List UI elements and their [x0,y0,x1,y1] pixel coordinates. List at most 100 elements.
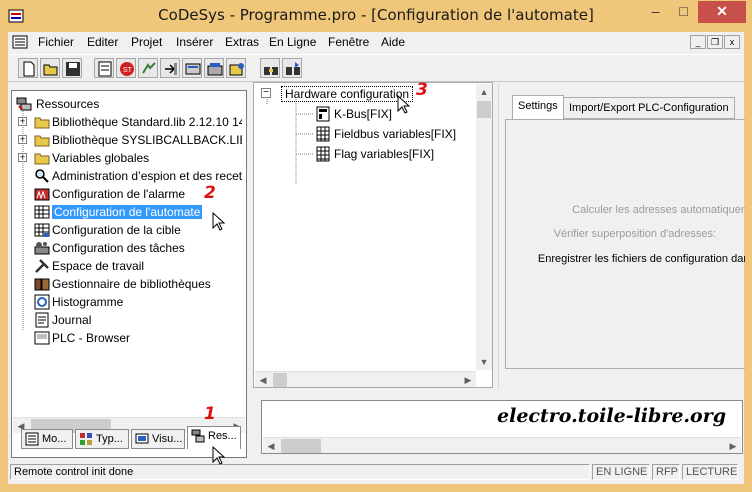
scroll-left-arrow-icon[interactable]: ◀ [255,372,271,388]
hw-node-flag-label: Flag variables[FIX] [334,147,435,161]
menu-fichier[interactable]: Fichier [38,35,74,49]
mouse-cursor-icon [212,212,226,231]
tab-resources-label: Res... [208,430,237,442]
collapse-toggle-icon[interactable]: − [261,88,271,98]
mouse-cursor-icon [397,95,411,114]
status-rfp: RFP [652,464,680,480]
status-read: LECTURE [682,464,738,480]
tree-item-label: Bibliothèque Standard.lib 2.12.10 14: [52,115,242,129]
hw-node-kbus-label: K-Bus[FIX] [334,107,393,121]
mdi-close-button[interactable]: x [724,35,740,49]
menu-projet[interactable]: Projet [131,35,162,49]
tree-item-label: Gestionnaire de bibliothèques [52,277,211,291]
mdi-restore-button[interactable]: ❐ [707,35,723,49]
data-types-icon [80,433,92,445]
scroll-down-arrow-icon[interactable]: ▼ [476,354,492,370]
window-title: CoDeSys - Programme.pro - [Configuration… [158,6,594,24]
message-hscrollbar[interactable]: ◀ ▶ [263,437,741,453]
hw-tree-root[interactable]: Hardware configuration [281,86,414,102]
pous-icon [25,432,39,446]
hscroll-thumb[interactable] [273,373,287,387]
step-icon [229,63,244,76]
flag-grid-icon [316,146,330,162]
maximize-button[interactable]: □ [670,1,697,23]
status-message: Remote control init done [10,464,590,480]
tab-visualizations-label: Visu... [152,433,183,445]
scroll-up-arrow-icon[interactable]: ▲ [476,84,492,100]
menu-aide[interactable]: Aide [381,35,405,49]
tab-pous[interactable]: Mo... [21,429,73,449]
save-icon [66,62,80,76]
message-scroll-thumb[interactable] [281,439,321,453]
menu-inserer[interactable]: Insérer [176,35,213,49]
run-button[interactable] [204,58,224,78]
logout-button[interactable] [160,58,180,78]
open-button[interactable] [40,58,60,78]
find-icon [264,67,278,75]
watermark-text: electro.toile-libre.org [497,405,726,427]
annotation-3: 3 [416,80,428,100]
mdi-minimize-button[interactable]: _ [690,35,706,49]
app-window: CoDeSys - Programme.pro - [Configuration… [0,0,752,492]
resources-panel: Ressources + Bibliothèque Standard.lib 2.… [11,90,247,458]
menu-fenetre[interactable]: Fenêtre [328,35,369,49]
hw-node-fieldbus-label: Fieldbus variables[FIX] [334,127,457,141]
vscroll-thumb[interactable] [477,101,491,118]
title-bar[interactable]: CoDeSys - Programme.pro - [Configuration… [0,0,752,32]
tree-connector-lines [22,111,24,330]
scroll-right-arrow-icon[interactable]: ▶ [460,372,476,388]
mouse-cursor-icon [212,446,226,465]
tab-visualizations[interactable]: Visu... [131,429,185,449]
menu-extras[interactable]: Extras [225,35,259,49]
tab-data-types-label: Typ... [96,433,123,445]
hw-hscrollbar[interactable]: ◀ ▶ [255,371,476,387]
login-icon [142,62,156,74]
scroll-right-arrow-icon[interactable]: ▶ [725,438,741,454]
compile-icon [98,61,112,77]
settings-panel: Settings Import/Export PLC-Configuration… [498,84,745,390]
tree-item-label: Bibliothèque SYSLIBCALLBACK.LIB [52,133,242,147]
resources-tab-icon [191,429,205,443]
hw-config-panel: − Hardware configuration K-Bus[FIX] Fiel… [253,82,493,388]
option-save-config-files[interactable]: Enregistrer les fichiers de configuratio… [538,253,745,265]
menu-editer[interactable]: Editer [87,35,118,49]
scroll-left-arrow-icon[interactable]: ◀ [263,438,279,454]
tab-import-export[interactable]: Import/Export PLC-Configuration [563,97,735,119]
find-next-icon [286,62,300,75]
stop-button[interactable]: ST [116,58,136,78]
tab-data-types[interactable]: Typ... [75,429,129,449]
new-icon [23,61,35,77]
menu-en-ligne[interactable]: En Ligne [269,35,316,49]
save-button[interactable] [62,58,82,78]
close-button[interactable]: ✕ [698,1,746,23]
option-auto-address[interactable]: Calculer les adresses automatiquen [572,204,745,216]
logout-icon [165,63,177,75]
toolbar: ST [8,54,744,82]
stop-icon: ST [120,62,134,76]
tab-pous-label: Mo... [42,433,67,445]
status-bar: Remote control init done EN LIGNE RFP LE… [8,462,744,482]
annotation-2: 2 [204,183,216,203]
variable-grid-icon [316,126,330,142]
option-check-overlap[interactable]: Vérifier superposition d'adresses: [554,228,716,240]
hw-vscrollbar[interactable]: ▲ ▼ [476,84,492,370]
find-button[interactable] [260,58,280,78]
module-icon [316,106,330,122]
login-button[interactable] [138,58,158,78]
run-icon [207,63,223,76]
download-icon [185,63,201,75]
tab-settings[interactable]: Settings [512,95,564,120]
settings-page: Calculer les adresses automatiquen Vérif… [505,119,745,369]
minimize-button[interactable]: – [642,1,669,23]
svg-text:ST: ST [123,67,133,74]
resources-tree: Ressources + Bibliothèque Standard.lib 2.… [14,93,242,415]
download-button[interactable] [182,58,202,78]
tree-item-label: Administration d’espion et des recette [52,169,242,183]
visualization-icon [135,433,149,444]
compile-button[interactable] [94,58,114,78]
new-button[interactable] [18,58,38,78]
find-next-button[interactable] [282,58,302,78]
document-icon[interactable] [12,35,28,49]
menu-bar: Fichier Editer Projet Insérer Extras En … [8,32,744,52]
step-button[interactable] [226,58,246,78]
